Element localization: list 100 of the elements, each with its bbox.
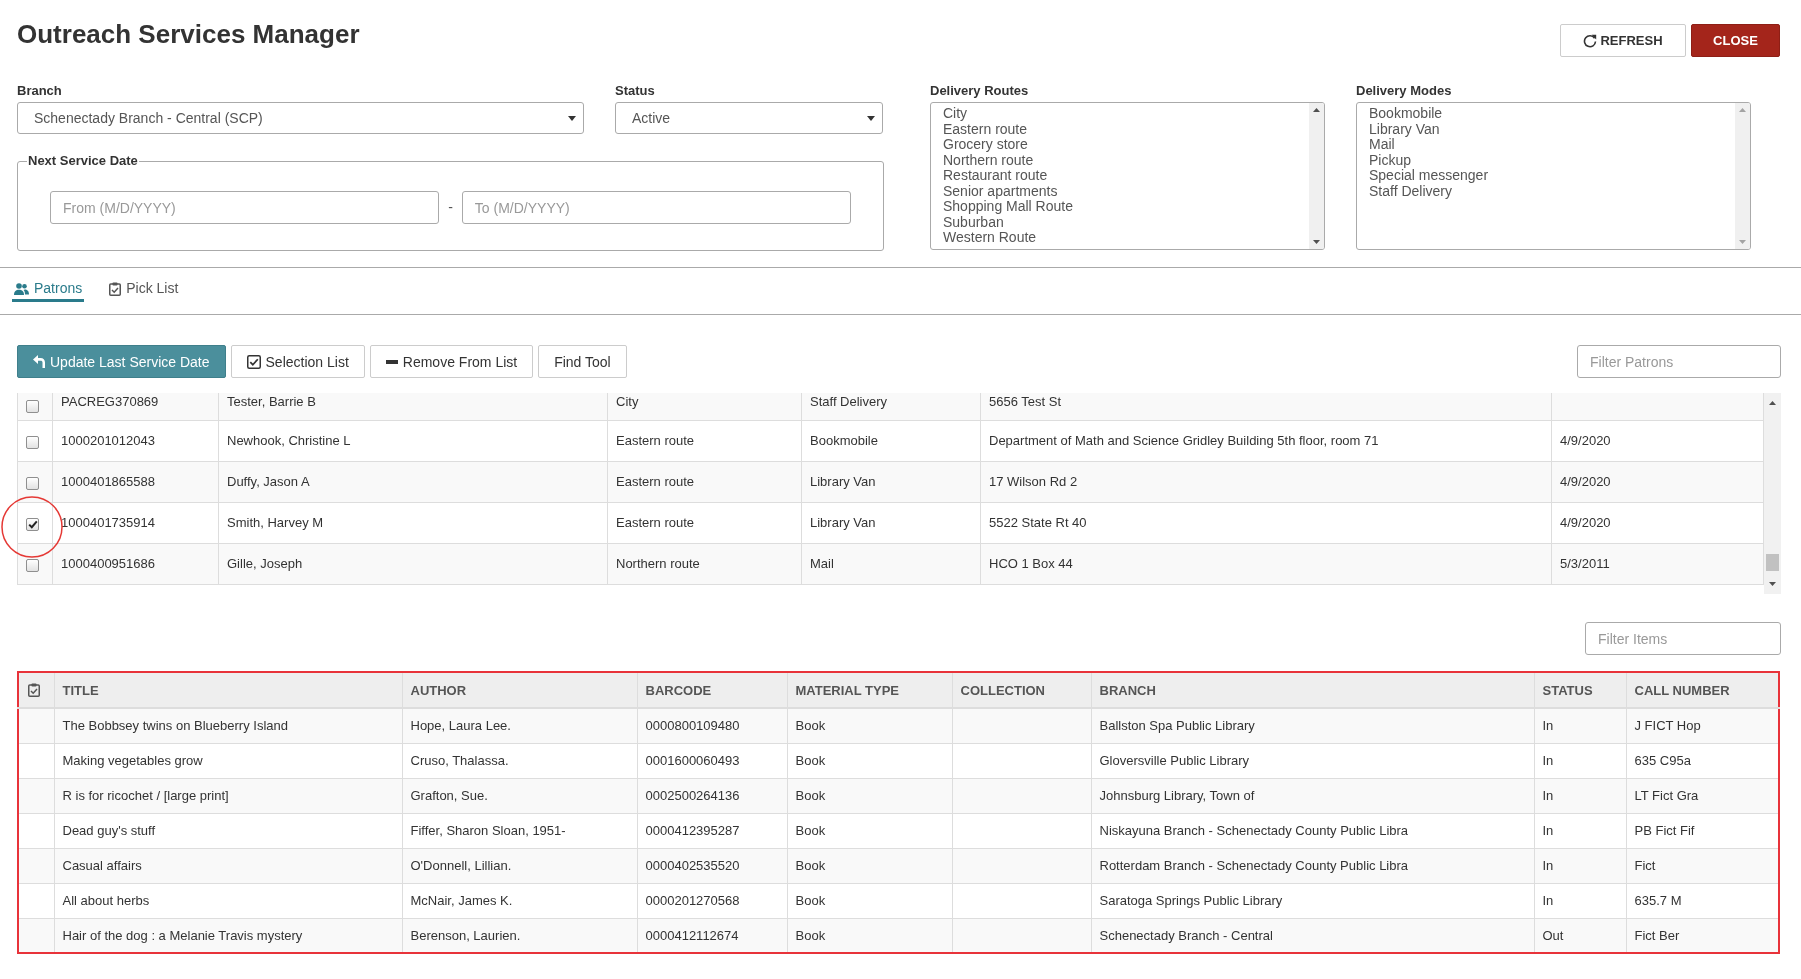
table-cell: In: [1534, 778, 1626, 813]
caret-icon: [568, 115, 576, 121]
row-checkbox[interactable]: [26, 558, 39, 572]
table-cell: Smith, Harvey M: [218, 502, 608, 543]
list-option[interactable]: Senior apartments: [931, 183, 1309, 199]
minus-icon: [385, 359, 398, 364]
list-option[interactable]: Staff Delivery: [1357, 183, 1735, 199]
table-cell: City: [607, 393, 802, 420]
reply-arrow-icon: [33, 355, 45, 368]
scrollbar[interactable]: [1764, 393, 1781, 594]
field-label: Status: [615, 83, 656, 99]
table-cell: In: [1534, 813, 1626, 848]
toolbar-button[interactable]: Find Tool: [538, 345, 627, 378]
table-cell: Book: [787, 813, 952, 848]
list-option[interactable]: Shopping Mall Route: [931, 199, 1309, 215]
list-option[interactable]: Mail: [1357, 137, 1735, 153]
table-cell: The Bobbsey twins on Blueberry Island: [54, 708, 402, 743]
table-cell: Dead guy's stuff: [54, 813, 402, 848]
list-option[interactable]: Grocery store: [931, 137, 1309, 153]
branch-select[interactable]: Schenectady Branch - Central (SCP): [17, 102, 584, 134]
close-button[interactable]: CLOSE: [1691, 24, 1780, 57]
date-to-field[interactable]: To (M/D/YYYY): [461, 191, 851, 224]
table-cell: Book: [787, 848, 952, 883]
list-box[interactable]: City Eastern route Grocery store Northern route Restaurant route Senior apartments Shopping Mall Route Suburban Western Route: [930, 102, 1325, 250]
status-select[interactable]: Active: [615, 102, 883, 134]
row-checkbox[interactable]: [26, 399, 39, 413]
filter-patrons-field[interactable]: Filter Patrons: [1577, 345, 1781, 378]
row-checkbox[interactable]: [26, 476, 39, 490]
table-cell: Northern route: [607, 543, 802, 584]
filter-items-field[interactable]: Filter Items: [1585, 622, 1781, 655]
column-header[interactable]: STATUS: [1534, 672, 1626, 708]
list-option[interactable]: Restaurant route: [931, 168, 1309, 184]
list-option[interactable]: Suburban: [931, 214, 1309, 230]
date-from-field[interactable]: From (M/D/YYYY): [50, 191, 440, 224]
list-option[interactable]: Western Route: [931, 230, 1309, 246]
table-cell: Cruso, Thalassa.: [402, 743, 637, 778]
list-box[interactable]: Bookmobile Library Van Mail Pickup Special messenger Staff Delivery: [1356, 102, 1751, 250]
scrollbar[interactable]: [1735, 103, 1750, 249]
field-label: Delivery Routes: [930, 83, 1030, 99]
table-cell: Eastern route: [607, 461, 802, 502]
table-cell: Tester, Barrie B: [218, 393, 608, 420]
column-header[interactable]: BRANCH: [1091, 672, 1534, 708]
table-cell: 0000402535520: [637, 848, 787, 883]
page-title: Outreach Services Manager: [17, 19, 360, 49]
refresh-button[interactable]: REFRESH: [1560, 24, 1686, 57]
column-header[interactable]: AUTHOR: [402, 672, 637, 708]
column-header[interactable]: CALL NUMBER: [1626, 672, 1779, 708]
table-cell: Department of Math and Science Gridley Building 5th floor, room 71: [980, 420, 1552, 461]
list-option[interactable]: Special messenger: [1357, 168, 1735, 184]
caret-icon: [867, 115, 875, 121]
table-cell: Library Van: [801, 461, 981, 502]
table-cell: Eastern route: [607, 502, 802, 543]
table-cell: In: [1534, 883, 1626, 918]
table-cell: Book: [787, 778, 952, 813]
table-cell: Fiffer, Sharon Sloan, 1951-: [402, 813, 637, 848]
table-cell: HCO 1 Box 44: [980, 543, 1552, 584]
list-option[interactable]: Pickup: [1357, 152, 1735, 168]
table-cell: Ballston Spa Public Library: [1091, 708, 1534, 743]
list-option[interactable]: City: [931, 106, 1309, 122]
list-option[interactable]: Bookmobile: [1357, 106, 1735, 122]
table-cell: Bookmobile: [801, 420, 981, 461]
clipboard-check-icon: [28, 683, 40, 697]
checkbox-icon: [246, 354, 261, 369]
table-cell: Casual affairs: [54, 848, 402, 883]
toolbar-button[interactable]: Remove From List: [369, 345, 534, 378]
list-option[interactable]: Library Van: [1357, 121, 1735, 137]
list-option[interactable]: Northern route: [931, 152, 1309, 168]
panel-legend: Next Service Date: [27, 153, 139, 169]
table-cell: 0000412395287: [637, 813, 787, 848]
list-option[interactable]: Eastern route: [931, 121, 1309, 137]
tab[interactable]: Patrons: [12, 280, 85, 302]
table-cell: R is for ricochet / [large print]: [54, 778, 402, 813]
row-checkbox[interactable]: [26, 435, 39, 449]
tab[interactable]: Pick List: [107, 280, 181, 302]
table-cell: Rotterdam Branch - Schenectady County Public Libra: [1091, 848, 1534, 883]
table-cell: Mail: [801, 543, 981, 584]
table-cell: Gloversville Public Library: [1091, 743, 1534, 778]
table-cell: 4/9/2020: [1551, 420, 1764, 461]
table-cell: Grafton, Sue.: [402, 778, 637, 813]
table-cell: Eastern route: [607, 420, 802, 461]
table-cell: O'Donnell, Lillian.: [402, 848, 637, 883]
table-cell: In: [1534, 848, 1626, 883]
table-cell: Book: [787, 708, 952, 743]
scrollbar[interactable]: [1309, 103, 1324, 249]
refresh-icon: [1583, 33, 1598, 48]
column-header[interactable]: MATERIAL TYPE: [787, 672, 952, 708]
range-separator: -: [448, 199, 453, 216]
column-header[interactable]: COLLECTION: [952, 672, 1091, 708]
toolbar-button[interactable]: Selection List: [230, 345, 365, 378]
table-cell: Library Van: [801, 502, 981, 543]
toolbar-button[interactable]: Update Last Service Date: [17, 345, 226, 378]
row-checkbox[interactable]: [26, 517, 39, 531]
table-cell: 0000201270568: [637, 883, 787, 918]
table-cell: 5522 State Rt 40: [980, 502, 1552, 543]
table-cell: Book: [787, 883, 952, 918]
clipboard-check-icon: [109, 281, 122, 296]
table-cell: 0000800109480: [637, 708, 787, 743]
column-header[interactable]: TITLE: [54, 672, 402, 708]
table-cell: 0001600060493: [637, 743, 787, 778]
column-header[interactable]: BARCODE: [637, 672, 787, 708]
